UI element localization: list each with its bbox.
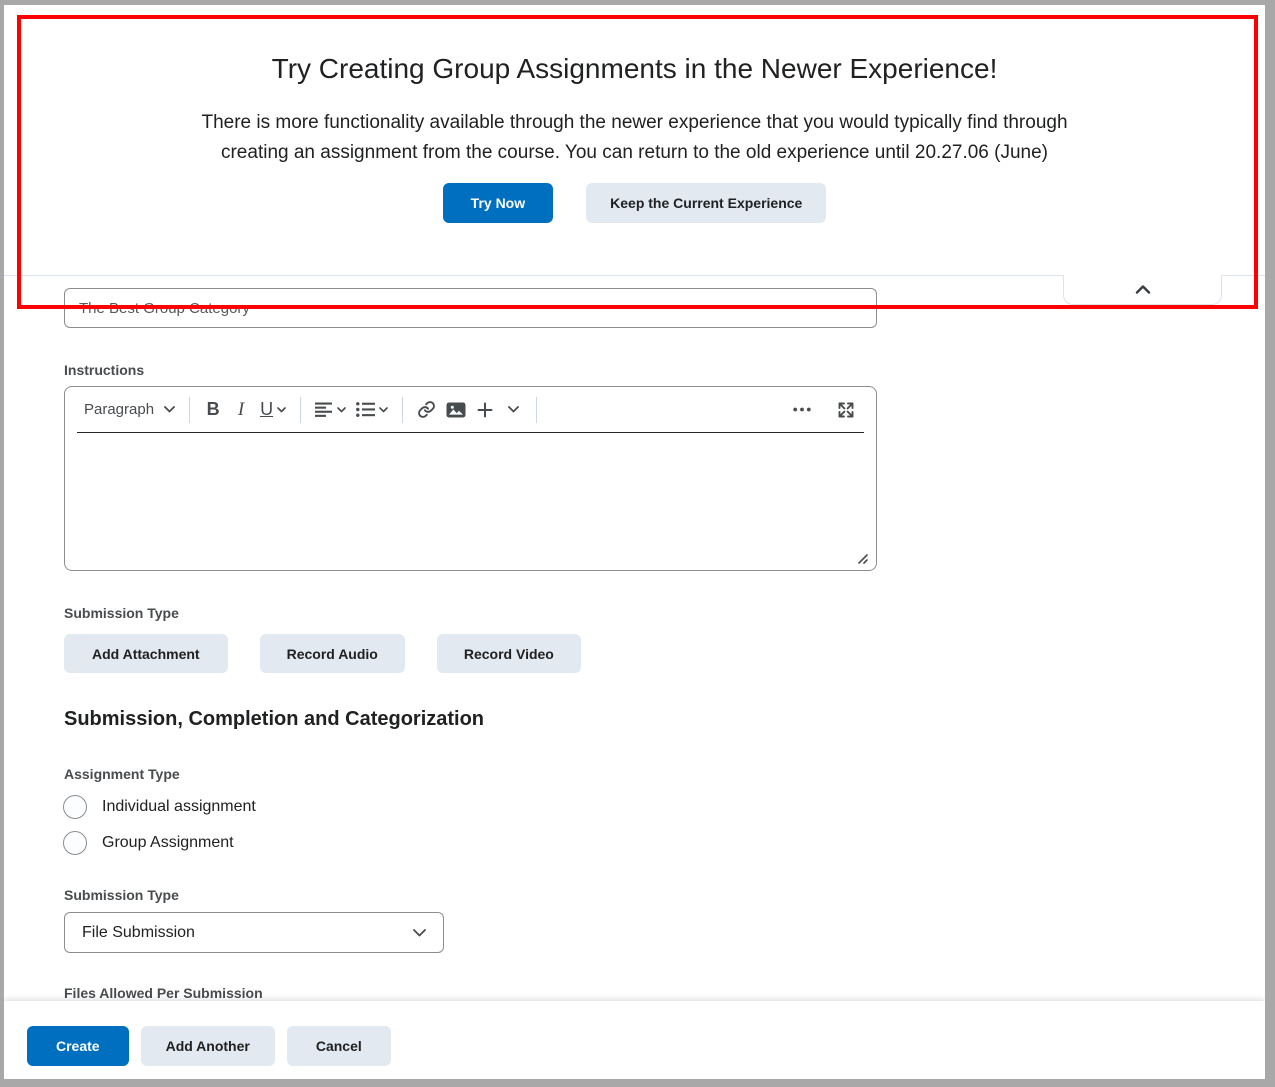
keep-current-experience-button[interactable]: Keep the Current Experience bbox=[586, 183, 826, 223]
insert-plus-button[interactable] bbox=[471, 393, 499, 427]
files-allowed-label: Files Allowed Per Submission bbox=[64, 985, 263, 1001]
record-audio-button[interactable]: Record Audio bbox=[260, 634, 405, 673]
banner-title: Try Creating Group Assignments in the Ne… bbox=[4, 52, 1265, 86]
italic-button[interactable]: I bbox=[227, 393, 255, 427]
form-footer: Create Add Another Cancel bbox=[4, 1001, 1265, 1079]
radio-button-icon[interactable] bbox=[63, 831, 87, 855]
new-experience-banner: Try Creating Group Assignments in the Ne… bbox=[4, 5, 1265, 276]
bold-icon: B bbox=[207, 399, 220, 420]
radio-label: Group Assignment bbox=[102, 834, 234, 852]
paragraph-style-label: Paragraph bbox=[84, 401, 154, 418]
align-dropdown-button[interactable] bbox=[310, 393, 351, 427]
group-category-name-input[interactable] bbox=[64, 288, 877, 328]
ellipsis-icon bbox=[793, 407, 811, 412]
toolbar-divider bbox=[536, 397, 537, 423]
bold-button[interactable]: B bbox=[199, 393, 227, 427]
chevron-down-icon bbox=[277, 407, 286, 413]
try-now-button[interactable]: Try Now bbox=[443, 183, 553, 223]
banner-body-text: There is more functionality available th… bbox=[175, 108, 1095, 168]
add-attachment-button[interactable]: Add Attachment bbox=[64, 634, 228, 673]
radio-button-icon[interactable] bbox=[63, 795, 87, 819]
add-another-button[interactable]: Add Another bbox=[141, 1026, 275, 1066]
list-dropdown-button[interactable] bbox=[351, 393, 393, 427]
toolbar-divider bbox=[300, 397, 301, 423]
plus-icon bbox=[477, 402, 493, 418]
assignment-type-label: Assignment Type bbox=[64, 766, 180, 782]
instructions-editor: Paragraph B I U bbox=[64, 386, 877, 571]
cancel-button[interactable]: Cancel bbox=[287, 1026, 391, 1066]
underline-icon: U bbox=[260, 399, 273, 420]
instructions-label: Instructions bbox=[64, 362, 144, 378]
toolbar-right-group bbox=[788, 393, 862, 427]
underline-dropdown-button[interactable]: U bbox=[255, 393, 291, 427]
chevron-down-icon bbox=[164, 406, 175, 413]
toolbar-divider bbox=[189, 397, 190, 423]
group-assignment-page: Try Creating Group Assignments in the Ne… bbox=[4, 5, 1265, 1079]
record-video-button[interactable]: Record Video bbox=[437, 634, 581, 673]
chevron-down-icon bbox=[413, 929, 426, 937]
fullscreen-icon bbox=[837, 401, 855, 419]
radio-label: Individual assignment bbox=[102, 798, 256, 816]
section-heading: Submission, Completion and Categorizatio… bbox=[64, 708, 484, 731]
editor-content-area[interactable] bbox=[65, 433, 876, 570]
bullet-list-icon bbox=[356, 402, 375, 417]
paragraph-style-dropdown[interactable]: Paragraph bbox=[79, 393, 180, 427]
toolbar-divider bbox=[402, 397, 403, 423]
radio-group-assignment[interactable]: Group Assignment bbox=[63, 831, 234, 855]
submission-type-label: Submission Type bbox=[64, 605, 179, 621]
italic-icon: I bbox=[238, 399, 244, 421]
banner-actions: Try Now Keep the Current Experience bbox=[4, 183, 1265, 223]
insert-more-dropdown-button[interactable] bbox=[499, 393, 527, 427]
image-icon bbox=[446, 402, 466, 418]
create-button[interactable]: Create bbox=[27, 1026, 129, 1066]
chevron-down-icon bbox=[337, 407, 346, 413]
select-value: File Submission bbox=[82, 924, 195, 942]
link-icon bbox=[417, 400, 436, 419]
chevron-up-icon bbox=[1135, 285, 1151, 294]
fullscreen-button[interactable] bbox=[832, 393, 860, 427]
insert-link-button[interactable] bbox=[412, 393, 441, 427]
submission-type-select[interactable]: File Submission bbox=[64, 912, 444, 953]
insert-image-button[interactable] bbox=[441, 393, 471, 427]
chevron-down-icon bbox=[508, 406, 519, 413]
align-icon bbox=[315, 402, 333, 417]
radio-individual-assignment[interactable]: Individual assignment bbox=[63, 795, 256, 819]
toolbar-overflow-button[interactable] bbox=[788, 393, 816, 427]
resize-handle-icon[interactable] bbox=[855, 551, 868, 564]
submission-type-select-label: Submission Type bbox=[64, 887, 179, 903]
footer-buttons: Create Add Another Cancel bbox=[27, 1026, 391, 1066]
attachment-buttons-row: Add Attachment Record Audio Record Video bbox=[64, 634, 581, 673]
chevron-down-icon bbox=[379, 407, 388, 413]
banner-collapse-tab[interactable] bbox=[1063, 275, 1222, 305]
editor-toolbar: Paragraph B I U bbox=[77, 387, 864, 433]
